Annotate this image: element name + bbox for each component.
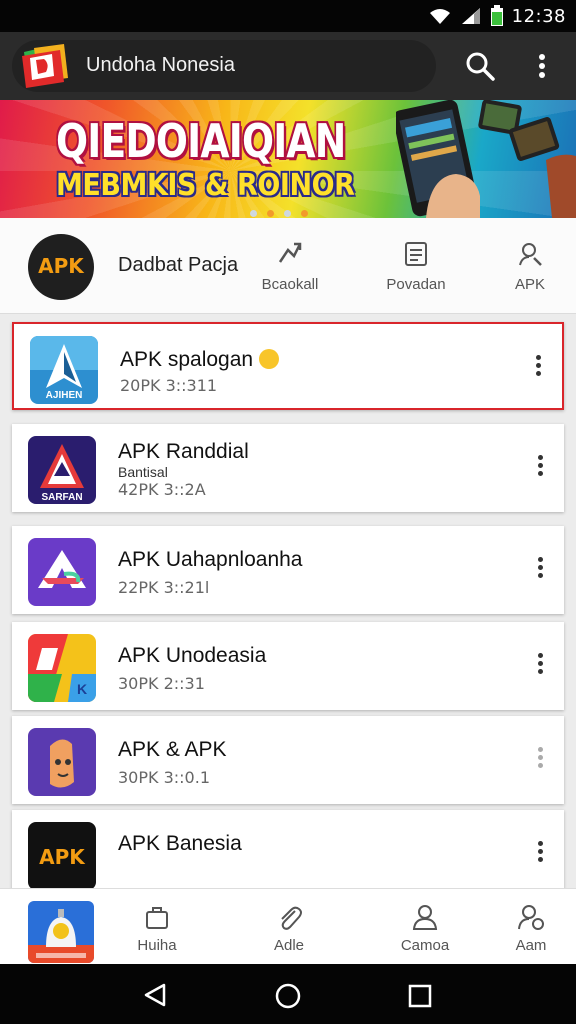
nav-item-adle[interactable]: Adle	[244, 903, 334, 954]
battery-icon	[490, 5, 503, 26]
app-subtitle: Bantisal	[118, 464, 168, 480]
colorful-k-icon: K	[28, 634, 96, 702]
signal-icon	[461, 8, 480, 24]
svg-text:K: K	[77, 681, 87, 697]
app-list-item[interactable]: SARFAN APK Randdial Bantisal 42PK 3::2A	[12, 424, 564, 512]
triangle-a-icon: SARFAN	[28, 436, 96, 504]
arrow-a-icon	[28, 538, 96, 606]
compass-a-icon: AJIHEN	[30, 336, 98, 404]
app-meta: 30PK 3::0.1	[118, 768, 210, 787]
header-action-label: Bcaokall	[261, 276, 319, 293]
header-action-label: Povadan	[386, 276, 446, 293]
app-meta: 30PK 2::31	[118, 674, 205, 693]
status-bar: 12:38	[0, 0, 576, 32]
nav-label: Camoa	[400, 937, 450, 954]
item-overflow-menu-icon[interactable]	[528, 452, 552, 484]
nav-label: Adle	[273, 937, 305, 954]
nav-item-camoa[interactable]: Camoa	[380, 903, 470, 954]
header-action-document[interactable]: Povadan	[370, 240, 462, 293]
app-icon-text: SARFAN	[41, 492, 82, 503]
banner-subheadline: MEBMKIS & ROINOR	[56, 168, 355, 203]
item-overflow-menu-icon[interactable]	[528, 744, 552, 776]
app-title: APK Randdial	[118, 440, 249, 463]
search-icon[interactable]	[462, 48, 498, 84]
robot-thumbnail-icon[interactable]	[28, 901, 94, 963]
briefcase-icon	[146, 907, 168, 929]
smile-emoji-icon	[259, 349, 280, 369]
app-list-item[interactable]: APK APK Banesia	[12, 810, 564, 890]
app-logo-icon[interactable]	[20, 42, 74, 90]
item-overflow-menu-icon[interactable]	[528, 554, 552, 586]
overflow-menu-icon[interactable]	[528, 48, 556, 84]
pager-dot-active[interactable]	[267, 210, 274, 217]
header-action-user-search[interactable]: APK	[484, 240, 576, 293]
wifi-icon	[429, 9, 450, 24]
paperclip-icon	[281, 906, 302, 930]
app-icon-text: AJIHEN	[46, 390, 83, 401]
home-icon[interactable]	[274, 982, 302, 1010]
app-title-row: APK spalogan	[120, 348, 280, 372]
app-list-item[interactable]: AJIHEN APK spalogan 20PK 3::311	[12, 322, 564, 410]
clock-time: 12:38	[511, 5, 566, 27]
nav-item-huiha[interactable]: Huiha	[112, 903, 202, 954]
app-title: APK Banesia	[118, 832, 242, 855]
item-overflow-menu-icon[interactable]	[528, 650, 552, 682]
graph-icon	[278, 242, 302, 263]
promo-banner[interactable]: QIEDOIAIQIAN MEBMKIS & ROINOR	[0, 100, 576, 218]
banner-headline: QIEDOIAIQIAN	[56, 114, 346, 168]
app-meta: 22PK 3::21l	[118, 578, 210, 597]
person-add-icon	[518, 905, 544, 930]
apk-badge[interactable]: APK	[28, 234, 94, 300]
pager-dot[interactable]	[284, 210, 291, 217]
app-title: APK Unodeasia	[118, 644, 267, 667]
nav-item-aam[interactable]: Aam	[486, 903, 576, 954]
header-action-graph[interactable]: Bcaokall	[244, 240, 336, 293]
person-icon	[412, 905, 438, 930]
app-meta: 20PK 3::311	[120, 376, 218, 395]
app-title: APK Uahapnloanha	[118, 548, 303, 571]
nav-label: Aam	[515, 937, 547, 954]
apk-badge-text: APK	[38, 254, 84, 278]
app-icon-text: APK	[39, 845, 86, 869]
system-navigation-bar	[0, 964, 576, 1024]
character-face-icon	[28, 728, 96, 796]
app-list-item[interactable]: K APK Unodeasia 30PK 2::31	[12, 622, 564, 710]
bottom-navigation: Huiha Adle Camoa Aam	[0, 888, 576, 964]
app-title: APK spalogan	[120, 348, 254, 371]
app-title: Undoha Nonesia	[86, 54, 235, 76]
pager-dot-active[interactable]	[301, 210, 308, 217]
nav-label: Huiha	[137, 937, 177, 954]
developer-header: APK Dadbat Pacja Bcaokall Povadan APK	[0, 218, 576, 314]
back-icon[interactable]	[142, 982, 168, 1008]
user-search-icon	[519, 243, 542, 266]
item-overflow-menu-icon[interactable]	[528, 838, 552, 870]
pager-dot[interactable]	[250, 210, 257, 217]
item-overflow-menu-icon[interactable]	[526, 352, 550, 384]
banner-pager[interactable]	[250, 210, 308, 217]
phone-illustration-icon	[396, 100, 576, 218]
app-list-item[interactable]: APK & APK 30PK 3::0.1	[12, 716, 564, 804]
apk-logo-icon: APK	[28, 822, 96, 890]
app-list-item[interactable]: APK Uahapnloanha 22PK 3::21l	[12, 526, 564, 614]
app-title: APK & APK	[118, 738, 227, 761]
header-action-label: APK	[514, 276, 545, 293]
document-icon	[405, 242, 427, 266]
developer-name: Dadbat Pacja	[118, 254, 239, 276]
app-meta: 42PK 3::2A	[118, 480, 206, 499]
recents-icon[interactable]	[408, 984, 432, 1008]
